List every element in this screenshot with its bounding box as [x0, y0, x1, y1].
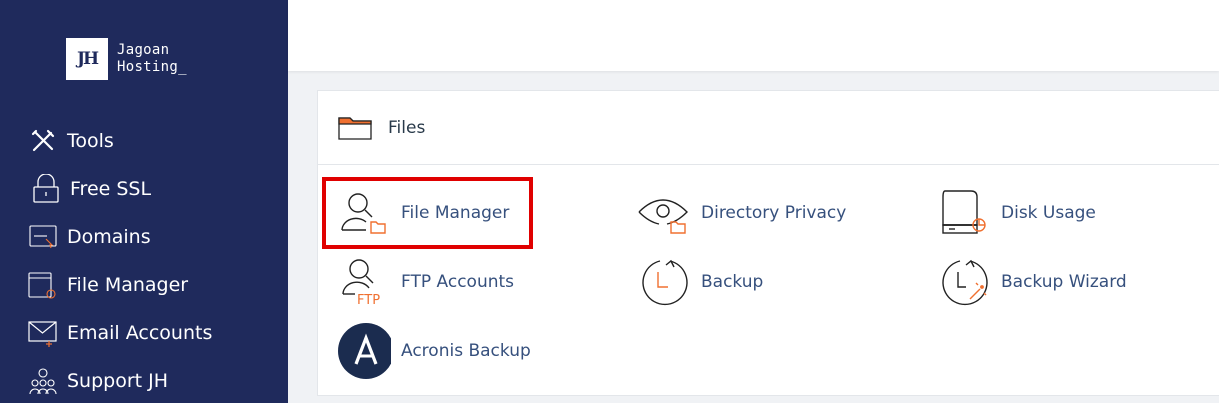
support-icon [28, 366, 58, 396]
file-manager-icon [28, 270, 58, 300]
tools-icon [28, 126, 58, 156]
tool-label: FTP Accounts [401, 272, 515, 292]
tool-label: Directory Privacy [701, 203, 847, 223]
tool-backup[interactable]: Backup [633, 254, 763, 310]
email-icon [28, 318, 58, 348]
brand-name: Jagoan Hosting_ [117, 42, 187, 76]
sidebar-item-file-manager[interactable]: File Manager [28, 268, 188, 302]
top-bar [288, 0, 1219, 71]
directory-privacy-icon [633, 185, 693, 241]
tool-disk-usage[interactable]: Disk Usage [933, 185, 1096, 241]
tool-backup-wizard[interactable]: Backup Wizard [933, 254, 1127, 310]
sidebar-item-label: Email Accounts [67, 322, 213, 344]
sidebar-item-domains[interactable]: Domains [28, 220, 151, 254]
sidebar-item-tools[interactable]: Tools [28, 124, 114, 158]
sidebar-item-label: Support JH [67, 370, 169, 392]
sidebar-item-email-accounts[interactable]: Email Accounts [28, 316, 212, 350]
brand-logo-text: JH [76, 49, 99, 69]
sidebar: JH Jagoan Hosting_ Tools Free SSL Domain… [0, 0, 288, 403]
domain-icon [28, 222, 58, 252]
backup-wizard-icon [933, 254, 993, 310]
sidebar-item-label: Tools [67, 130, 114, 152]
tool-label: Acronis Backup [401, 341, 531, 361]
sidebar-item-support[interactable]: Support JH [28, 364, 168, 398]
panel-title: Files [388, 118, 426, 138]
ftp-accounts-icon: FTP [333, 254, 393, 310]
tool-label: Backup [701, 272, 764, 292]
tool-label: Disk Usage [1001, 203, 1096, 223]
brand[interactable]: JH Jagoan Hosting_ [66, 38, 187, 80]
sidebar-item-label: Domains [67, 226, 151, 248]
sidebar-item-free-ssl[interactable]: Free SSL [28, 172, 151, 206]
tool-ftp-accounts[interactable]: FTP FTP Accounts [333, 254, 514, 310]
tool-directory-privacy[interactable]: Directory Privacy [633, 185, 846, 241]
backup-icon [633, 254, 693, 310]
brand-logo: JH [66, 38, 108, 80]
files-panel-header[interactable]: Files [318, 91, 1219, 165]
lock-icon [31, 174, 61, 204]
brand-name-line1: Jagoan [117, 42, 170, 58]
acronis-icon [333, 323, 393, 379]
folder-icon [338, 114, 372, 145]
sidebar-item-label: File Manager [67, 274, 189, 296]
tool-label: Backup Wizard [1001, 272, 1127, 292]
disk-usage-icon [933, 185, 993, 241]
brand-name-line2: Hosting_ [117, 59, 187, 75]
highlight-box [322, 177, 533, 249]
tool-acronis-backup[interactable]: Acronis Backup [333, 323, 531, 379]
ftp-icon-text: FTP [357, 293, 380, 306]
sidebar-item-label: Free SSL [70, 178, 152, 200]
